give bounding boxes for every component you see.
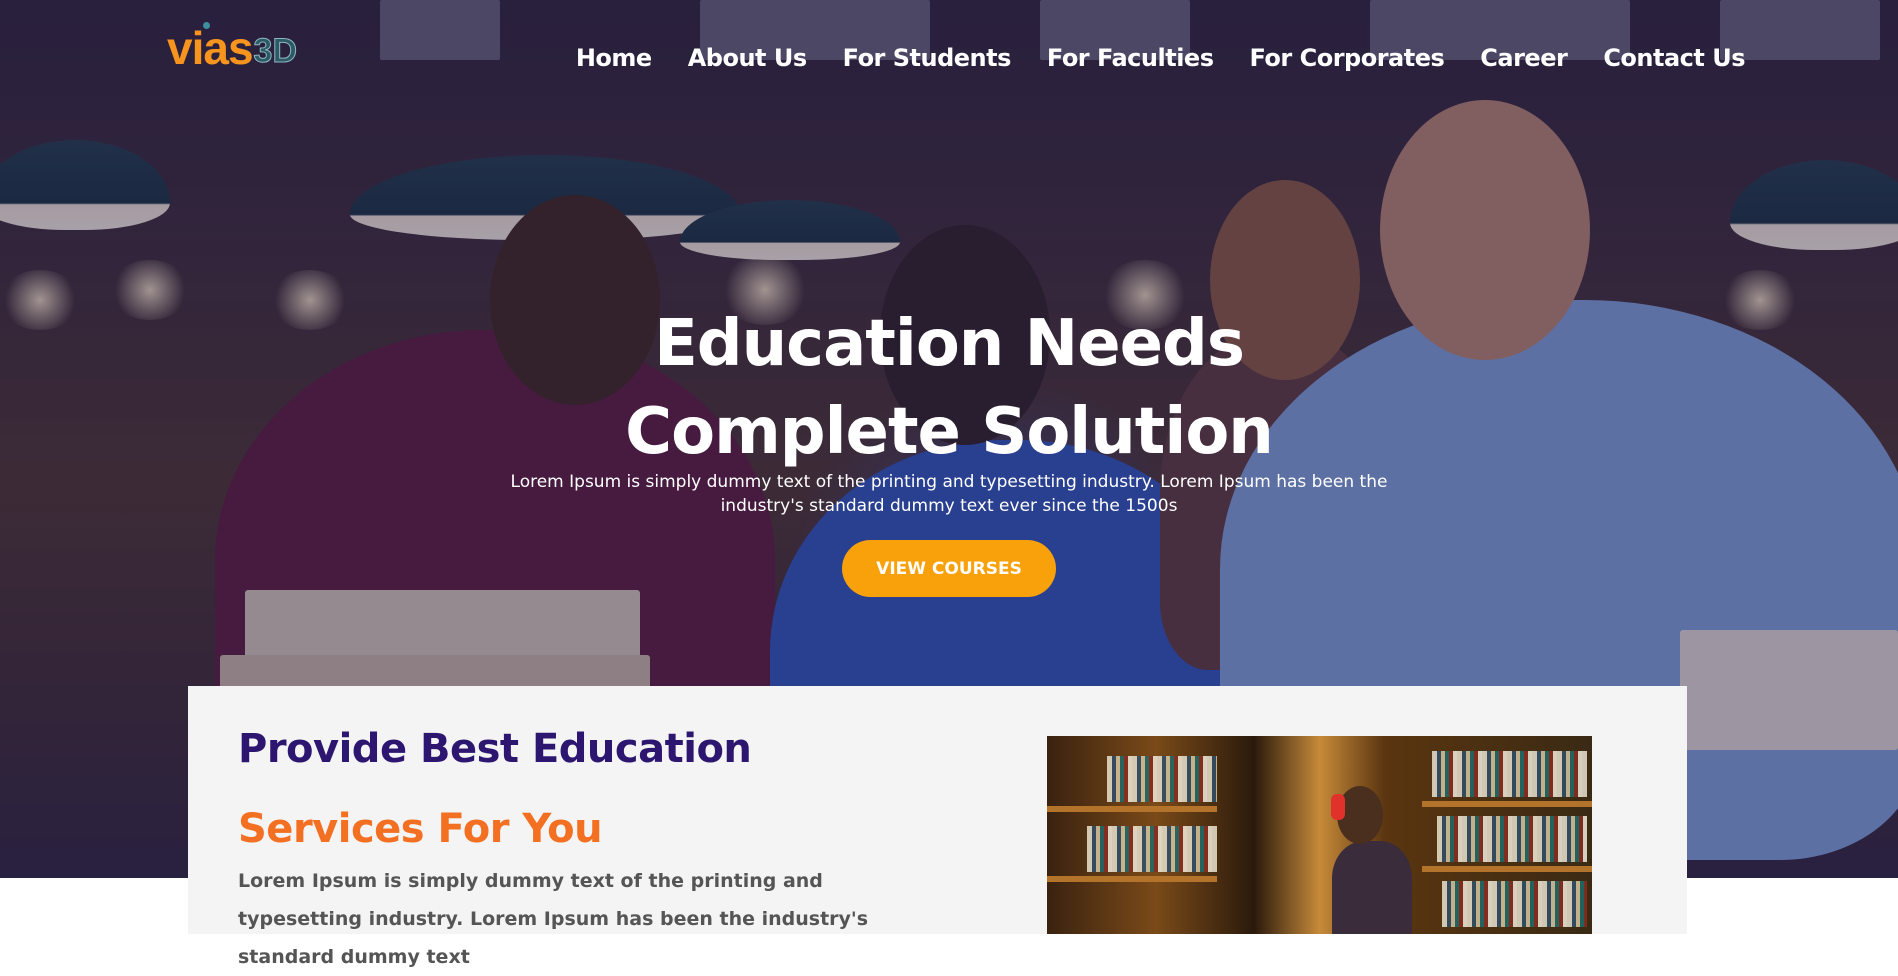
bookshelf — [1422, 801, 1592, 807]
hero-subtext: Lorem Ipsum is simply dummy text of the … — [510, 472, 1388, 516]
nav-item-for-faculties[interactable]: For Faculties — [1047, 44, 1214, 72]
logo-3d-text: 3D — [253, 32, 297, 71]
bookshelf — [1422, 866, 1592, 872]
logo-dot-icon — [203, 22, 210, 29]
brand-logo[interactable]: vias 3D — [167, 16, 298, 76]
hero-headline: Education Needs Complete Solution — [0, 300, 1898, 476]
section-subtitle: Services For You — [238, 806, 603, 852]
main-nav: Home About Us For Students For Faculties… — [540, 44, 1746, 72]
logo-text: vias — [167, 22, 254, 74]
hero-headline-line1: Education Needs — [654, 307, 1245, 381]
section-title: Provide Best Education — [238, 726, 752, 772]
student-silhouette — [1332, 841, 1412, 934]
nav-item-career[interactable]: Career — [1480, 44, 1568, 72]
nav-item-for-corporates[interactable]: For Corporates — [1249, 44, 1444, 72]
nav-item-for-students[interactable]: For Students — [843, 44, 1012, 72]
shelf-books — [1437, 816, 1587, 862]
bookshelf — [1047, 806, 1217, 812]
library-student-image — [1047, 736, 1592, 934]
nav-item-home[interactable]: Home — [576, 44, 652, 72]
hero-headline-line2: Complete Solution — [625, 395, 1274, 469]
shelf-books — [1442, 881, 1587, 927]
bookshelf — [1047, 876, 1217, 882]
section-body: Lorem Ipsum is simply dummy text of the … — [238, 870, 869, 968]
shelf-books — [1107, 756, 1217, 802]
shelf-books — [1432, 751, 1587, 797]
services-card: Provide Best Education Services For You … — [188, 686, 1687, 968]
nav-item-about-us[interactable]: About Us — [688, 44, 807, 72]
view-courses-button[interactable]: VIEW COURSES — [842, 540, 1056, 597]
nav-item-contact-us[interactable]: Contact Us — [1603, 44, 1745, 72]
shelf-books — [1087, 826, 1217, 872]
headphones-icon — [1331, 794, 1345, 820]
